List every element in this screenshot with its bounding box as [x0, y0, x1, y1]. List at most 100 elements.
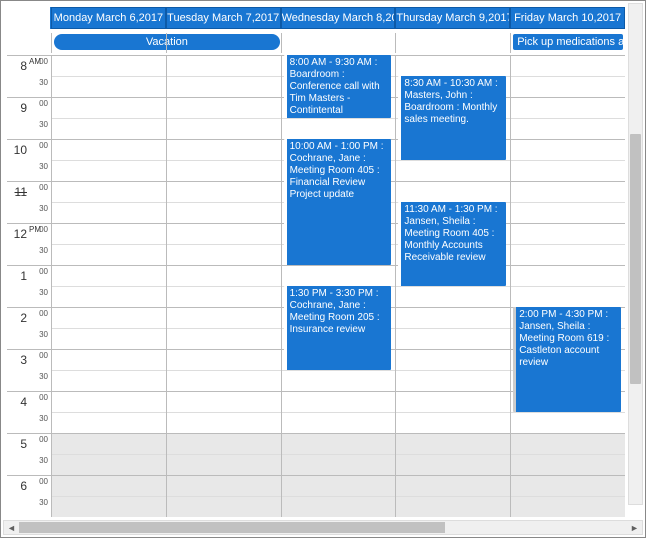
day-header-thu[interactable]: Thursday March 9,2017	[395, 7, 510, 29]
time-slot[interactable]	[282, 370, 396, 391]
time-slot[interactable]	[167, 349, 281, 370]
vertical-scrollbar[interactable]	[628, 3, 643, 505]
time-slot[interactable]	[396, 496, 510, 517]
time-slot[interactable]	[167, 286, 281, 307]
time-slot[interactable]	[52, 76, 166, 97]
time-slot[interactable]	[52, 202, 166, 223]
time-slot[interactable]	[52, 181, 166, 202]
time-slot[interactable]	[167, 412, 281, 433]
day-header-tue[interactable]: Tuesday March 7,2017	[166, 7, 281, 29]
time-slot[interactable]	[167, 328, 281, 349]
allday-tue[interactable]	[166, 33, 281, 53]
allday-mon[interactable]: Vacation	[51, 33, 166, 53]
time-slot[interactable]	[396, 307, 510, 328]
time-slot[interactable]	[167, 202, 281, 223]
time-slot[interactable]	[52, 328, 166, 349]
time-slot[interactable]	[396, 475, 510, 496]
time-slot[interactable]	[396, 433, 510, 454]
time-slot[interactable]	[167, 370, 281, 391]
time-slot[interactable]	[52, 370, 166, 391]
time-slot[interactable]	[52, 265, 166, 286]
event-thu-sales-meeting[interactable]: 8:30 AM - 10:30 AM : Masters, John : Boa…	[398, 76, 506, 160]
time-slot[interactable]	[52, 349, 166, 370]
day-header-wed[interactable]: Wednesday March 8,2017	[281, 7, 396, 29]
time-slot[interactable]	[511, 118, 625, 139]
allday-fri[interactable]: Pick up medications at...	[510, 33, 625, 53]
time-slot[interactable]	[396, 391, 510, 412]
time-slot[interactable]	[396, 286, 510, 307]
time-slot[interactable]	[511, 475, 625, 496]
event-wed-conference-call[interactable]: 8:00 AM - 9:30 AM : Boardroom : Conferen…	[284, 55, 392, 118]
time-slot[interactable]	[167, 181, 281, 202]
time-slot[interactable]	[52, 454, 166, 475]
time-slot[interactable]	[52, 55, 166, 76]
time-slot[interactable]	[511, 265, 625, 286]
time-slot[interactable]	[167, 223, 281, 244]
time-slot[interactable]	[167, 475, 281, 496]
time-slot[interactable]	[282, 412, 396, 433]
time-slot[interactable]	[396, 328, 510, 349]
time-slot[interactable]	[511, 76, 625, 97]
event-wed-insurance-review[interactable]: 1:30 PM - 3:30 PM : Cochrane, Jane : Mee…	[284, 286, 392, 370]
day-header-mon[interactable]: Monday March 6,2017	[51, 7, 166, 29]
time-slot[interactable]	[167, 97, 281, 118]
time-slot[interactable]	[282, 454, 396, 475]
time-slot[interactable]	[282, 496, 396, 517]
time-slot[interactable]	[167, 391, 281, 412]
time-slot[interactable]	[511, 160, 625, 181]
event-wed-financial-review[interactable]: 10:00 AM - 1:00 PM : Cochrane, Jane : Me…	[284, 139, 392, 265]
time-slot[interactable]	[282, 118, 396, 139]
time-slot[interactable]	[167, 76, 281, 97]
scroll-left-icon[interactable]: ◄	[4, 521, 19, 534]
time-slot[interactable]	[511, 433, 625, 454]
time-slot[interactable]	[167, 307, 281, 328]
event-fri-castleton-review[interactable]: 2:00 PM - 4:30 PM : Jansen, Sheila : Mee…	[513, 307, 621, 412]
time-slot[interactable]	[167, 139, 281, 160]
day-col-fri[interactable]: 2:00 PM - 4:30 PM : Jansen, Sheila : Mee…	[510, 55, 625, 517]
time-slot[interactable]	[52, 307, 166, 328]
vertical-scrollbar-thumb[interactable]	[630, 134, 641, 384]
time-slot[interactable]	[396, 181, 510, 202]
time-slot[interactable]	[282, 433, 396, 454]
time-slot[interactable]	[52, 286, 166, 307]
allday-wed[interactable]	[281, 33, 396, 53]
time-slot[interactable]	[52, 223, 166, 244]
time-slot[interactable]	[511, 286, 625, 307]
time-slot[interactable]	[282, 391, 396, 412]
time-slot[interactable]	[167, 244, 281, 265]
time-slot[interactable]	[511, 55, 625, 76]
time-slot[interactable]	[167, 496, 281, 517]
time-slot[interactable]	[52, 97, 166, 118]
time-slot[interactable]	[167, 454, 281, 475]
time-slot[interactable]	[52, 160, 166, 181]
time-slot[interactable]	[52, 244, 166, 265]
time-slot[interactable]	[282, 475, 396, 496]
time-slot[interactable]	[282, 265, 396, 286]
day-header-fri[interactable]: Friday March 10,2017	[510, 7, 625, 29]
time-slot[interactable]	[52, 496, 166, 517]
time-slot[interactable]	[511, 244, 625, 265]
time-slot[interactable]	[511, 454, 625, 475]
time-slot[interactable]	[511, 223, 625, 244]
time-slot[interactable]	[511, 97, 625, 118]
time-slot[interactable]	[52, 139, 166, 160]
time-slot[interactable]	[396, 370, 510, 391]
time-slot[interactable]	[167, 433, 281, 454]
horizontal-scrollbar[interactable]: ◄ ►	[3, 520, 643, 535]
time-slot[interactable]	[511, 412, 625, 433]
scroll-right-icon[interactable]: ►	[627, 521, 642, 534]
time-slot[interactable]	[167, 118, 281, 139]
horizontal-scrollbar-thumb[interactable]	[19, 522, 445, 533]
time-slot[interactable]	[396, 160, 510, 181]
time-slot[interactable]	[52, 118, 166, 139]
horizontal-scrollbar-track[interactable]	[19, 521, 627, 534]
time-slot[interactable]	[511, 496, 625, 517]
time-slot[interactable]	[396, 349, 510, 370]
event-thu-accounts-review[interactable]: 11:30 AM - 1:30 PM : Jansen, Sheila : Me…	[398, 202, 506, 286]
time-slot[interactable]	[396, 454, 510, 475]
time-slot[interactable]	[511, 139, 625, 160]
day-col-thu[interactable]: 8:30 AM - 10:30 AM : Masters, John : Boa…	[395, 55, 510, 517]
time-slot[interactable]	[167, 55, 281, 76]
time-slot[interactable]	[511, 202, 625, 223]
allday-event-pickup[interactable]: Pick up medications at...	[513, 34, 623, 50]
